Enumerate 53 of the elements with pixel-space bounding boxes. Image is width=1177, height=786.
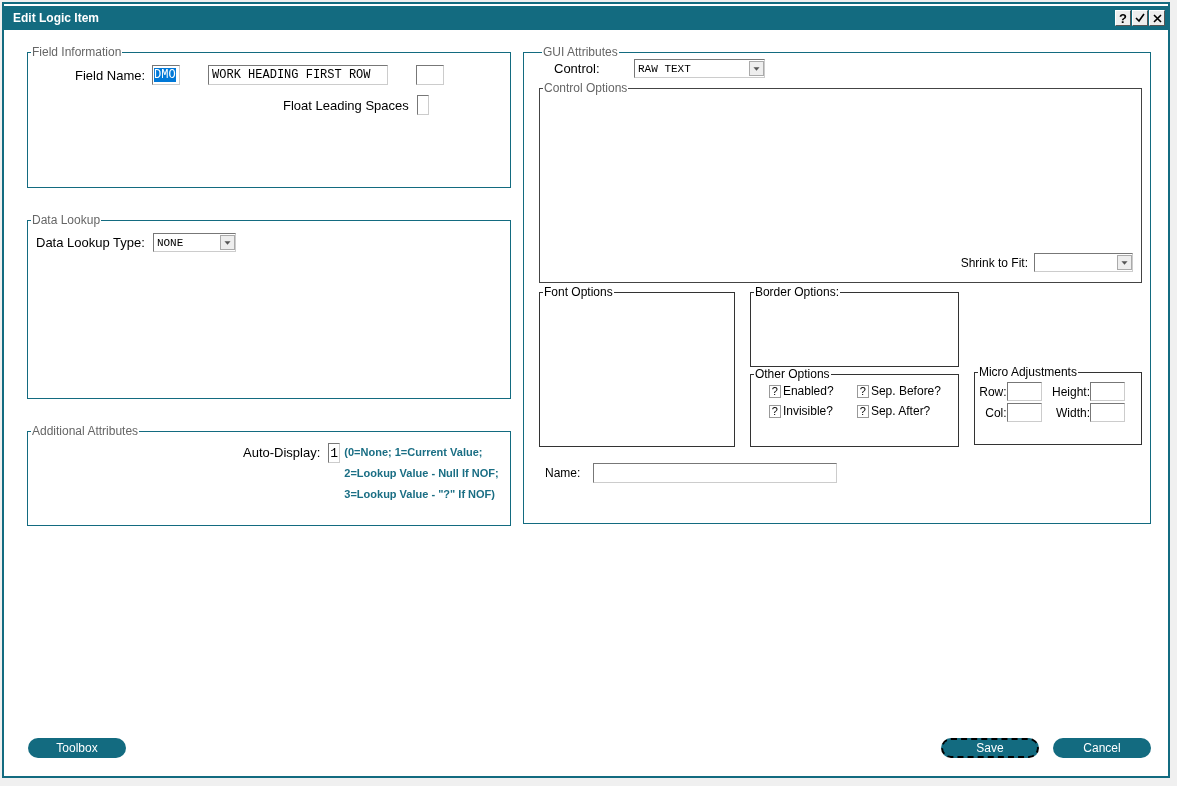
field-label: Name: [545,466,582,480]
checkbox-label: Enabled? [782,384,834,398]
hint-text: (0=None; 1=Current Value; [344,445,484,460]
dropdown[interactable] [1034,253,1133,272]
field-label: Control: [554,61,601,76]
input-field[interactable] [416,95,429,115]
checkbox[interactable]: ? [856,384,869,398]
checkbox[interactable]: ? [768,404,781,418]
hint-text: 3=Lookup Value - "?" If NOF) [344,487,496,502]
save-button[interactable]: Save [941,738,1039,758]
input-field[interactable] [1090,382,1125,401]
checkbox-label: Invisible? [782,404,833,418]
field-label: Field Name: [75,67,146,83]
group-title: Font Options [543,285,614,299]
toolbox-button[interactable]: Toolbox [28,738,126,758]
check-icon [1135,13,1145,23]
dropdown[interactable]: RAW TEXT [634,59,765,78]
input-field[interactable] [593,463,837,483]
group-title: Data Lookup [31,213,102,227]
cancel-button[interactable]: Cancel [1053,738,1151,758]
ok-button[interactable] [1132,10,1148,26]
close-icon [1152,13,1162,23]
close-button[interactable] [1149,10,1165,26]
window-title: Edit Logic Item [13,11,100,25]
group-title: Border Options: [753,285,840,299]
field-label: Data Lookup Type: [36,235,145,250]
input-field[interactable] [1090,403,1125,422]
checkbox-label: Sep. Before? [870,384,941,398]
field-label: Shrink to Fit: [960,255,1028,270]
input-field[interactable]: DMO [152,65,181,85]
group-title: Field Information [31,45,123,59]
checkbox[interactable]: ? [856,404,869,418]
group-title: Additional Attributes [31,424,140,438]
group-title: GUI Attributes [542,45,619,59]
field-label: Float Leading Spaces [283,97,409,113]
input-field[interactable]: 1 [328,443,341,463]
input-field[interactable] [416,65,445,85]
input-field[interactable] [1006,403,1042,422]
hint-text: 2=Lookup Value - Null If NOF; [344,466,499,481]
dropdown[interactable]: NONE [152,233,236,252]
input-field[interactable] [1006,382,1042,401]
checkbox-label: Sep. After? [870,404,931,418]
help-button[interactable]: ? [1115,10,1131,26]
checkbox[interactable]: ? [768,384,781,398]
field-label: Auto-Display: [243,445,321,460]
input-field[interactable]: WORK HEADING FIRST ROW [208,65,389,85]
field-label: Col: [985,405,1007,420]
field-label: Row: [979,384,1007,399]
group-title: Micro Adjustments [977,365,1078,379]
field-label: Height: [1051,384,1090,399]
field-label: Width: [1056,405,1090,420]
group-title: Other Options [753,367,831,381]
group-title: Control Options [543,81,629,95]
